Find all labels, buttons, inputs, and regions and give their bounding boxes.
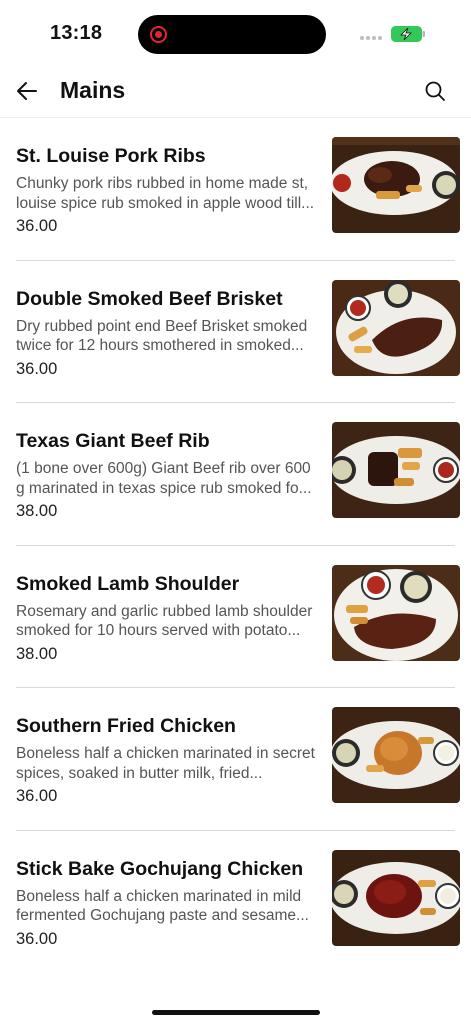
item-name: Smoked Lamb Shoulder — [16, 572, 240, 595]
item-price: 36.00 — [16, 359, 58, 378]
dish-photo — [332, 422, 460, 519]
dish-photo — [332, 707, 460, 804]
dish-photo — [332, 137, 460, 233]
dynamic-island — [138, 15, 326, 54]
page-title: Mains — [60, 77, 126, 103]
item-description: Chunky pork ribs rubbed in home made st,… — [16, 175, 315, 212]
item-description: Boneless half a chicken marinated in sec… — [16, 745, 315, 782]
menu-item-beef-brisket[interactable]: Double Smoked Beef Brisket Dry rubbed po… — [16, 261, 460, 404]
item-price: 36.00 — [16, 929, 58, 948]
search-icon[interactable] — [424, 80, 446, 102]
item-name: St. Louise Pork Ribs — [16, 145, 206, 167]
item-price: 36.00 — [16, 217, 58, 235]
item-name: Southern Fried Chicken — [16, 715, 236, 738]
item-name: Stick Bake Gochujang Chicken — [16, 857, 304, 880]
item-name: Double Smoked Beef Brisket — [16, 287, 283, 310]
dish-photo — [332, 279, 460, 376]
menu-item-list: St. Louise Pork Ribs Chunky pork ribs ru… — [0, 118, 471, 974]
dish-photo — [332, 564, 460, 661]
item-description: (1 bone over 600g) Giant Beef rib over 6… — [16, 460, 312, 497]
app-header: Mains — [0, 64, 471, 118]
arrow-left-icon[interactable] — [14, 78, 40, 104]
item-description: Dry rubbed point end Beef Brisket smoked… — [16, 317, 308, 355]
item-price: 38.00 — [16, 644, 58, 663]
home-indicator[interactable] — [152, 1010, 320, 1015]
item-price: 36.00 — [16, 787, 58, 806]
menu-item-pork-ribs[interactable]: St. Louise Pork Ribs Chunky pork ribs ru… — [16, 118, 460, 261]
battery-charging-icon — [391, 26, 425, 42]
recording-icon — [150, 26, 167, 43]
status-bar: 13:18 — [0, 0, 471, 64]
dish-photo — [332, 849, 460, 946]
item-name: Texas Giant Beef Rib — [16, 430, 210, 453]
menu-item-gochujang-chicken[interactable]: Stick Bake Gochujang Chicken Boneless ha… — [16, 831, 460, 974]
item-price: 38.00 — [16, 502, 58, 521]
item-description: Rosemary and garlic rubbed lamb shoulder… — [16, 602, 313, 640]
item-description: Boneless half a chicken marinated in mil… — [16, 887, 309, 925]
menu-item-beef-rib[interactable]: Texas Giant Beef Rib (1 bone over 600g) … — [16, 403, 460, 546]
status-time: 13:18 — [50, 22, 103, 44]
menu-item-lamb-shoulder[interactable]: Smoked Lamb Shoulder Rosemary and garlic… — [16, 546, 460, 689]
menu-item-fried-chicken[interactable]: Southern Fried Chicken Boneless half a c… — [16, 688, 460, 831]
signal-icon — [360, 36, 382, 40]
